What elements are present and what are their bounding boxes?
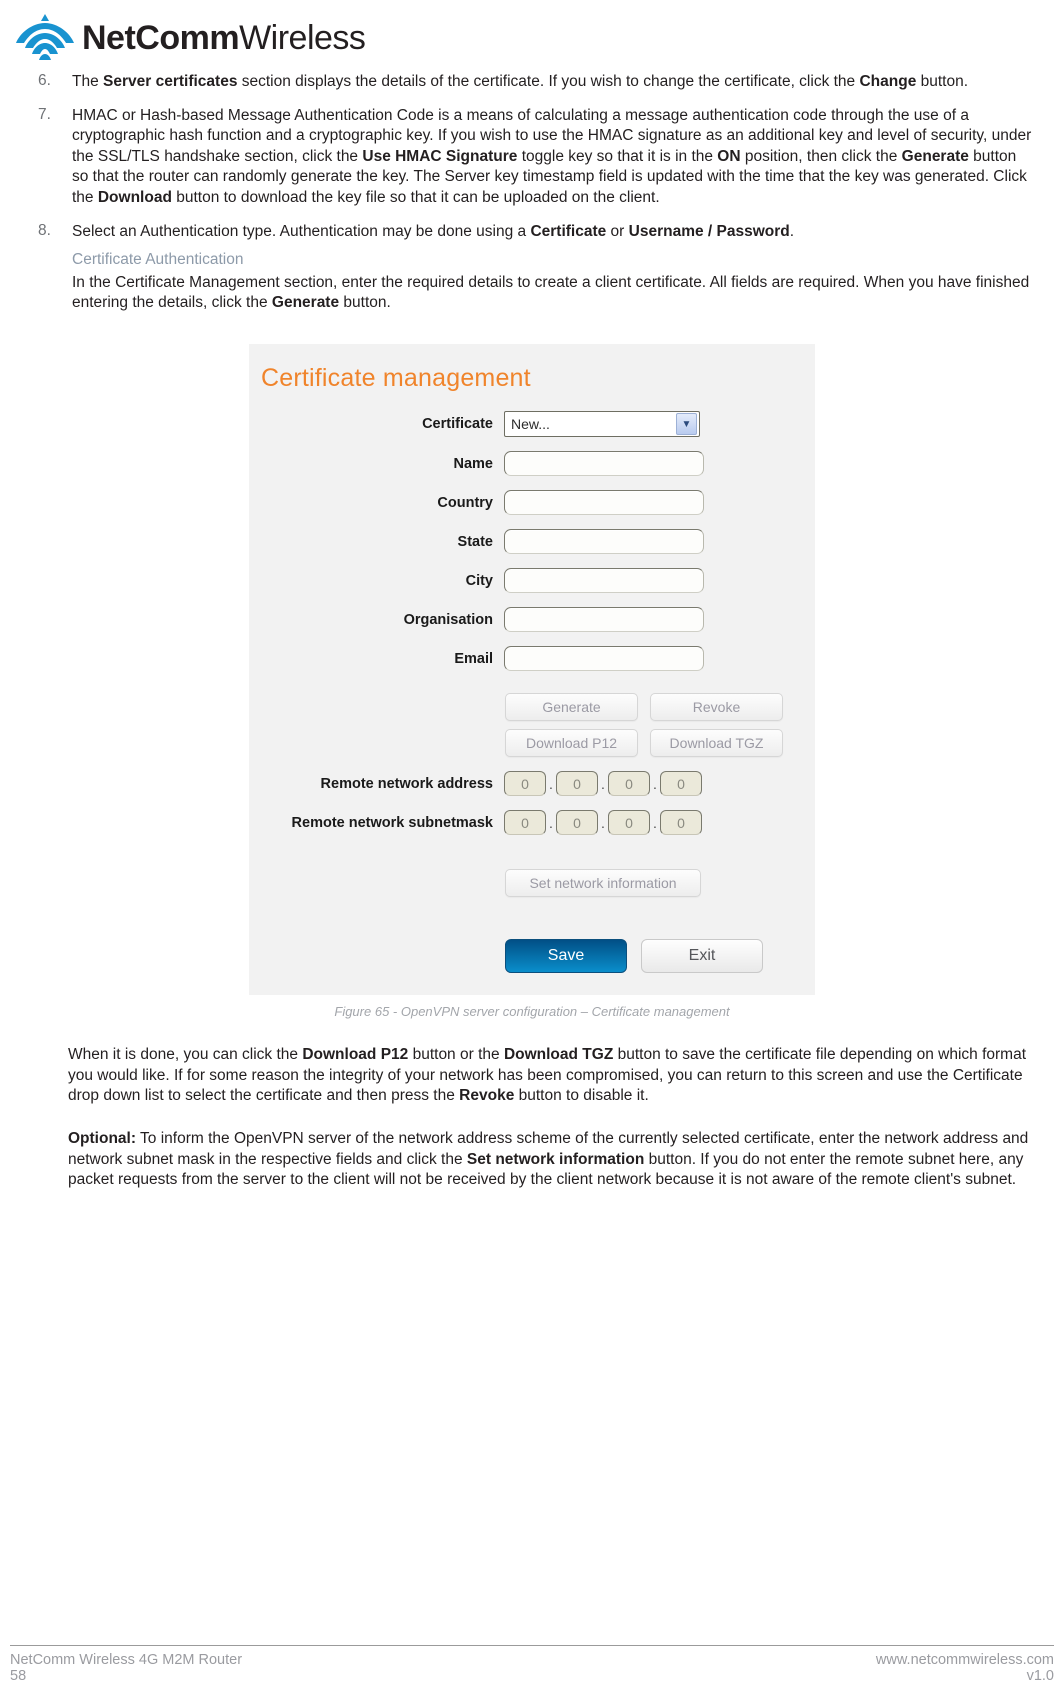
organisation-field-label: Organisation xyxy=(403,611,493,628)
remote-network-address-label: Remote network address xyxy=(320,775,493,792)
list-item: 7. HMAC or Hash-based Message Authentica… xyxy=(30,106,1034,209)
page-header: NetCommWireless xyxy=(0,0,1064,72)
remote-network-subnetmask-label: Remote network subnetmask xyxy=(291,814,493,831)
list-item: 8. Select an Authentication type. Authen… xyxy=(30,222,1034,314)
certificate-select-value: New... xyxy=(511,416,550,433)
download-p12-button[interactable]: Download P12 xyxy=(505,729,638,758)
footer-divider xyxy=(10,1645,1054,1646)
city-input[interactable] xyxy=(504,568,704,594)
octet-input[interactable]: 0 xyxy=(608,771,650,797)
list-item: 6. The Server certificates section displ… xyxy=(30,72,1034,93)
step-number: 6. xyxy=(38,72,51,89)
octet-input[interactable]: 0 xyxy=(660,771,702,797)
city-field-row: City xyxy=(249,568,815,594)
footer-website: www.netcommwireless.com xyxy=(875,1652,1054,1668)
name-input[interactable] xyxy=(504,451,704,477)
generate-button[interactable]: Generate xyxy=(505,693,638,722)
octet-input[interactable]: 0 xyxy=(556,810,598,836)
name-field-label: Name xyxy=(453,455,494,472)
subsection-paragraph: In the Certificate Management section, e… xyxy=(72,273,1030,312)
netcomm-signal-logo-icon xyxy=(14,12,76,64)
name-field-row: Name xyxy=(249,451,815,477)
state-input[interactable] xyxy=(504,529,704,555)
octet-separator: . xyxy=(549,775,553,792)
octet-input[interactable]: 0 xyxy=(660,810,702,836)
action-buttons-row-1: Generate Revoke xyxy=(249,693,815,722)
octet-separator: . xyxy=(653,814,657,831)
organisation-field-row: Organisation xyxy=(249,607,815,633)
figure-caption: Figure 65 - OpenVPN server configuration… xyxy=(334,1004,730,1020)
brand-wordmark: NetCommWireless xyxy=(82,19,366,57)
octet-input[interactable]: 0 xyxy=(504,771,546,797)
panel-footer-buttons: Save Exit xyxy=(249,939,815,974)
subsection-heading: Certificate Authentication xyxy=(72,251,244,269)
octet-separator: . xyxy=(549,814,553,831)
octet-separator: . xyxy=(601,814,605,831)
step-text-block: Select an Authentication type. Authentic… xyxy=(72,222,1034,314)
exit-button[interactable]: Exit xyxy=(641,939,763,974)
organisation-input[interactable] xyxy=(504,607,704,633)
brand-logo: NetCommWireless xyxy=(14,12,1064,64)
state-field-label: State xyxy=(457,533,493,550)
revoke-button[interactable]: Revoke xyxy=(650,693,783,722)
chevron-down-icon[interactable]: ▼ xyxy=(676,413,697,436)
step-number: 8. xyxy=(38,221,51,239)
action-buttons-row-2: Download P12 Download TGZ xyxy=(249,729,815,758)
main-content: 6. The Server certificates section displ… xyxy=(0,72,1064,314)
certificate-select-row: Certificate New... ▼ xyxy=(249,411,815,438)
figure-block: Certificate management Certificate New..… xyxy=(0,344,1064,1019)
remote-network-address-row: Remote network address 0 . 0 . 0 . 0 xyxy=(249,771,815,797)
octet-input[interactable]: 0 xyxy=(556,771,598,797)
footer-row-2: 58 v1.0 xyxy=(10,1668,1054,1684)
remote-network-subnetmask-row: Remote network subnetmask 0 . 0 . 0 . 0 xyxy=(249,810,815,836)
octet-separator: . xyxy=(653,775,657,792)
octet-input[interactable]: 0 xyxy=(504,810,546,836)
footer-page-number: 58 xyxy=(10,1668,27,1684)
panel-title: Certificate management xyxy=(261,364,531,393)
footer-version: v1.0 xyxy=(1026,1668,1054,1684)
email-input[interactable] xyxy=(504,646,704,672)
certificate-select[interactable]: New... ▼ xyxy=(504,411,700,438)
after-figure-text: When it is done, you can click the Downl… xyxy=(0,1045,1064,1191)
state-field-row: State xyxy=(249,529,815,555)
paragraph: Optional: To inform the OpenVPN server o… xyxy=(68,1129,1029,1189)
certificate-select-label: Certificate xyxy=(422,416,493,433)
remote-network-subnetmask-octets: 0 . 0 . 0 . 0 xyxy=(504,810,702,836)
certificate-action-buttons: Generate Revoke Download P12 Download TG… xyxy=(249,693,815,758)
city-field-label: City xyxy=(465,572,493,589)
brand-name-bold: NetComm xyxy=(82,19,240,57)
country-field-row: Country xyxy=(249,490,815,516)
footer-row-1: NetComm Wireless 4G M2M Router www.netco… xyxy=(10,1652,1054,1668)
download-tgz-button[interactable]: Download TGZ xyxy=(650,729,783,758)
email-field-label: Email xyxy=(454,650,493,667)
footer-product-name: NetComm Wireless 4G M2M Router xyxy=(10,1652,243,1668)
remote-network-address-octets: 0 . 0 . 0 . 0 xyxy=(504,771,702,797)
step-text: The Server certificates section displays… xyxy=(72,73,969,90)
paragraph: When it is done, you can click the Downl… xyxy=(68,1046,1027,1105)
step-text: Select an Authentication type. Authentic… xyxy=(72,222,795,240)
certificate-management-panel: Certificate management Certificate New..… xyxy=(249,344,815,996)
octet-input[interactable]: 0 xyxy=(608,810,650,836)
country-field-label: Country xyxy=(437,494,493,511)
set-network-row: Set network information xyxy=(249,869,815,898)
step-text: HMAC or Hash-based Message Authenticatio… xyxy=(72,106,1032,207)
country-input[interactable] xyxy=(504,490,704,516)
numbered-steps-list: 6. The Server certificates section displ… xyxy=(30,72,1034,314)
page-footer: NetComm Wireless 4G M2M Router www.netco… xyxy=(0,1645,1064,1684)
step-number: 7. xyxy=(38,105,51,123)
octet-separator: . xyxy=(601,775,605,792)
save-button[interactable]: Save xyxy=(505,939,627,974)
email-field-row: Email xyxy=(249,646,815,672)
set-network-information-button[interactable]: Set network information xyxy=(505,869,701,898)
brand-name-light: Wireless xyxy=(239,19,366,57)
